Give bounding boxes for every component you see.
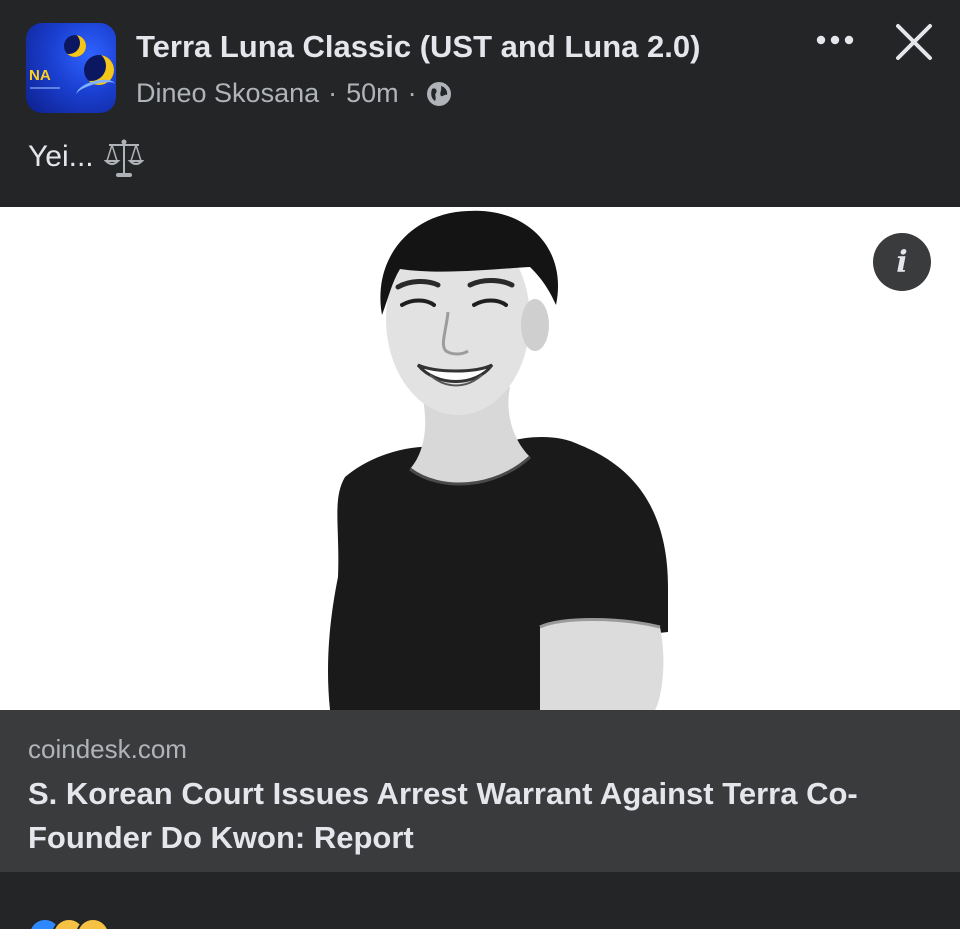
close-icon[interactable] [894,22,934,62]
link-preview-image[interactable] [0,207,960,710]
avatar-text: NA [29,67,51,84]
more-options-icon[interactable] [812,26,858,54]
link-preview-caption[interactable]: coindesk.com S. Korean Court Issues Arre… [0,710,960,872]
avatar-swoosh [74,76,116,103]
author-name-link[interactable]: Dineo Skosana [136,78,319,109]
link-title: S. Korean Court Issues Arrest Warrant Ag… [28,776,858,855]
balance-scale-icon [103,137,145,181]
post-text: Yei... [28,140,94,173]
link-domain: coindesk.com [28,734,187,764]
post-timestamp[interactable]: 50m [346,78,399,109]
group-avatar[interactable]: NA [26,23,116,113]
info-icon[interactable]: i [873,233,931,291]
facebook-post: NA Terra Luna Classic (UST and Luna 2.0)… [0,0,960,929]
wow-reaction-icon [76,918,110,929]
avatar-fine-print [30,87,60,89]
group-name-link[interactable]: Terra Luna Classic (UST and Luna 2.0) [136,29,700,65]
meta-separator: · [407,78,417,108]
post-meta: Dineo Skosana · 50m · [136,78,452,109]
portrait-photo [327,210,668,710]
avatar-moon-shape [64,35,86,57]
globe-icon[interactable] [426,81,452,107]
meta-separator: · [328,78,338,108]
